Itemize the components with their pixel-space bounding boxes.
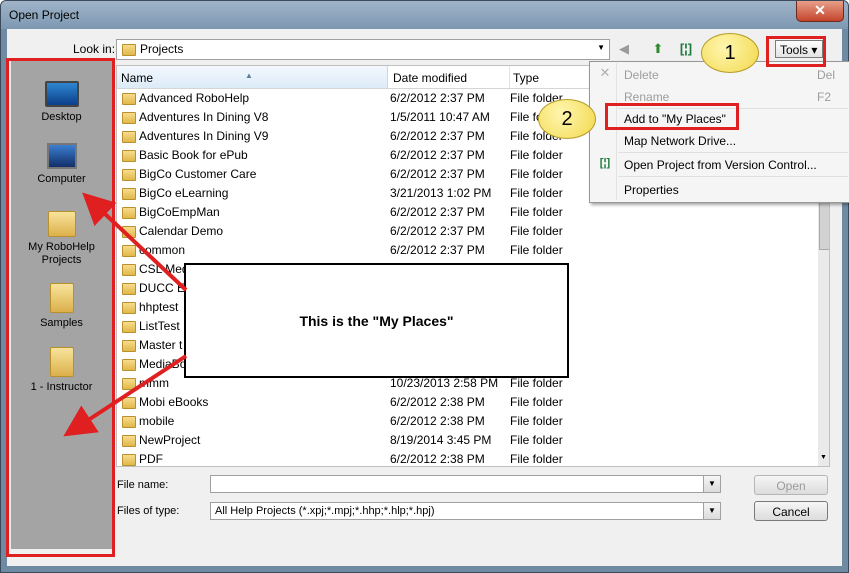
annotation-arrows	[63, 192, 188, 437]
arrow-to-places	[63, 354, 188, 437]
arrow-to-computer	[82, 192, 188, 292]
